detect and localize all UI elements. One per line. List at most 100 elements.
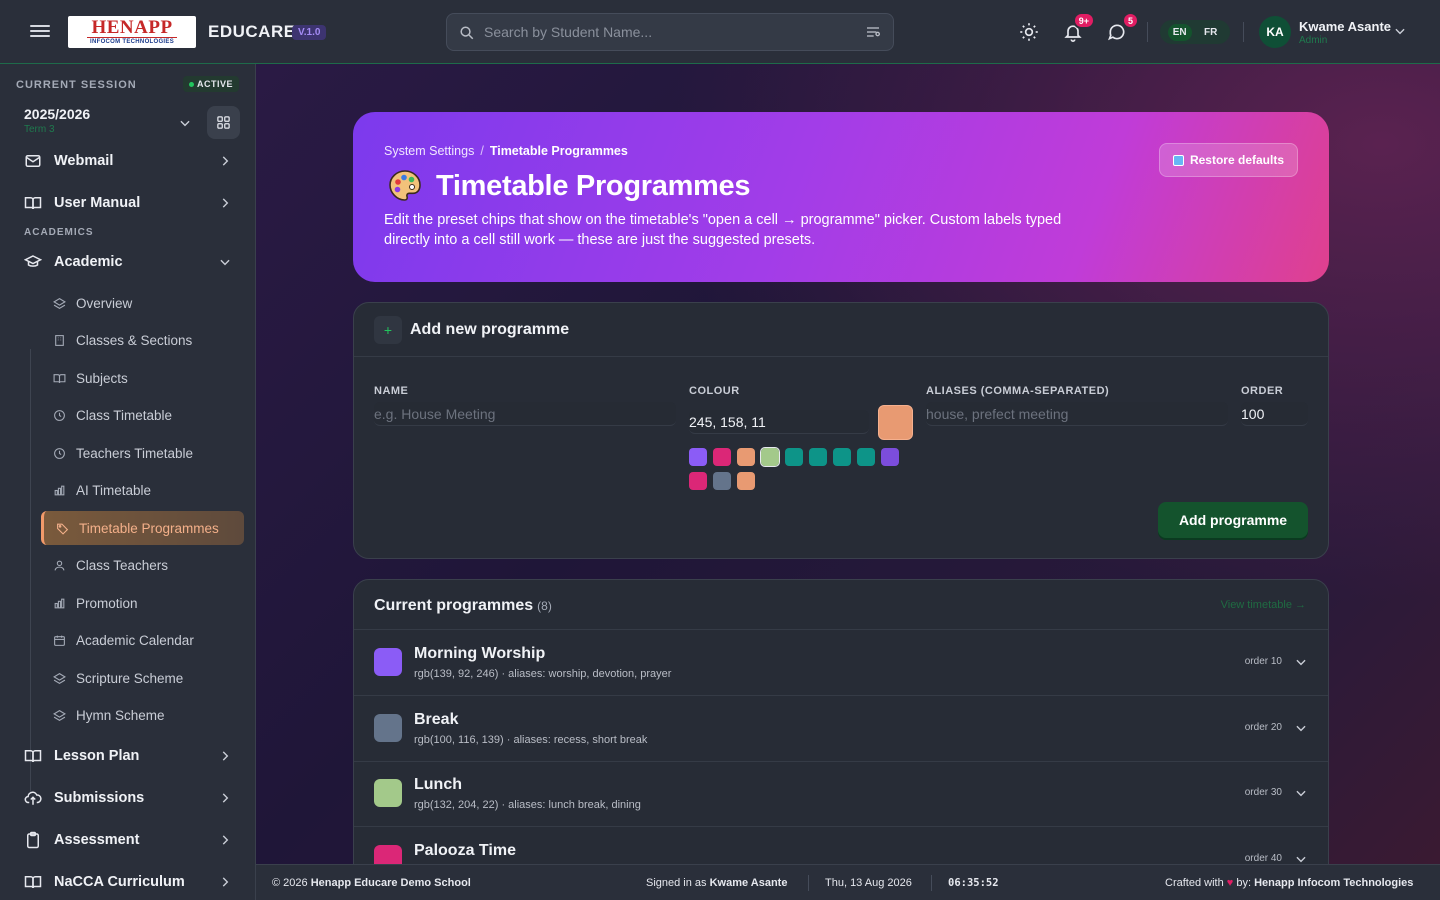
programme-row[interactable]: Morning Worship rgb(139, 92, 246) · alias…: [354, 630, 1328, 696]
tag-icon: [57, 523, 69, 535]
programme-order: order 10: [1244, 656, 1282, 667]
session-selector[interactable]: 2025/2026: [24, 106, 90, 122]
colour-swatch[interactable]: [760, 447, 780, 467]
sidebar: CURRENT SESSION ACTIVE 2025/2026 Term 3 …: [0, 64, 256, 900]
programme-meta: rgb(139, 92, 246) · aliases: worship, de…: [414, 668, 672, 680]
building-icon: [55, 334, 64, 346]
order-label: ORDER: [1241, 385, 1284, 397]
aliases-input[interactable]: [926, 402, 1228, 426]
messages-button[interactable]: 5: [1105, 12, 1139, 44]
sidebar-item-teachers-timetable[interactable]: Teachers Timetable: [41, 436, 244, 470]
sidebar-item-academic-calendar[interactable]: Academic Calendar: [41, 623, 244, 657]
sidebar-item-ai-timetable[interactable]: AI Timetable: [41, 473, 244, 507]
sidebar-item-scripture-scheme[interactable]: Scripture Scheme: [41, 661, 244, 695]
divider: [808, 875, 809, 891]
colour-swatch[interactable]: [857, 448, 875, 466]
session-term: Term 3: [24, 124, 55, 135]
programme-colour-swatch: [374, 648, 402, 676]
colour-swatch[interactable]: [713, 448, 731, 466]
footer-date: Thu, 13 Aug 2026: [825, 877, 912, 889]
sidebar-item-hymn-scheme[interactable]: Hymn Scheme: [41, 698, 244, 732]
layers-icon: [53, 297, 66, 309]
theme-toggle-button[interactable]: [1017, 20, 1041, 44]
colour-input[interactable]: [689, 410, 869, 434]
book-icon: [24, 876, 42, 889]
colour-swatch[interactable]: [881, 448, 899, 466]
colour-swatch[interactable]: [737, 472, 755, 490]
book-icon: [24, 750, 42, 763]
clock-icon: [54, 447, 65, 459]
chart-icon: [54, 598, 65, 608]
card-title: Add new programme: [410, 321, 570, 338]
calendar-icon: [54, 635, 65, 646]
sidebar-item-promotion[interactable]: Promotion: [41, 586, 244, 620]
top-bar: HENAPP INFOCOM TECHNOLOGIES EDUCARE V.1.…: [0, 0, 1440, 64]
sidebar-item-submissions[interactable]: Submissions: [24, 786, 234, 810]
sidebar-item-academic[interactable]: Academic: [24, 250, 234, 274]
sidebar-item-overview[interactable]: Overview: [41, 286, 244, 320]
upload-cloud-icon: [24, 791, 42, 805]
chevron-down-icon[interactable]: [1393, 24, 1407, 38]
user-name[interactable]: Kwame Asante: [1299, 19, 1391, 34]
avatar[interactable]: KA: [1259, 16, 1291, 48]
sidebar-item-webmail[interactable]: Webmail: [24, 149, 234, 173]
colour-swatch[interactable]: [833, 448, 851, 466]
search-bar: [446, 13, 894, 51]
aliases-label: ALIASES (COMMA-SEPARATED): [926, 385, 1110, 397]
chevron-down-icon[interactable]: [1294, 655, 1308, 669]
programme-row[interactable]: Lunch rgb(132, 204, 22) · aliases: lunch …: [354, 761, 1328, 827]
company-logo[interactable]: HENAPP INFOCOM TECHNOLOGIES: [68, 16, 196, 48]
chevron-down-icon[interactable]: [178, 116, 192, 130]
clock-icon: [54, 409, 65, 421]
view-timetable-link[interactable]: View timetable →: [1221, 599, 1306, 611]
colour-swatch[interactable]: [785, 448, 803, 466]
sidebar-item-timetable-programmes[interactable]: Timetable Programmes: [41, 511, 244, 545]
search-input[interactable]: [484, 24, 865, 40]
breadcrumb: System Settings / Timetable Programmes: [384, 144, 628, 158]
divider: [1243, 22, 1244, 42]
chevron-down-icon[interactable]: [1294, 721, 1308, 735]
order-input[interactable]: [1241, 402, 1308, 426]
name-input[interactable]: [374, 402, 676, 426]
colour-swatch[interactable]: [689, 448, 707, 466]
programme-name: Morning Worship: [414, 645, 546, 662]
sidebar-item-assessment[interactable]: Assessment: [24, 828, 234, 852]
sidebar-item-user-manual[interactable]: User Manual: [24, 191, 234, 215]
colour-preview-swatch[interactable]: [878, 405, 913, 440]
colour-swatch[interactable]: [689, 472, 707, 490]
lang-en-button[interactable]: EN: [1167, 23, 1192, 41]
sidebar-item-class-timetable[interactable]: Class Timetable: [41, 398, 244, 432]
name-label: NAME: [374, 385, 409, 397]
chevron-down-icon[interactable]: [1294, 852, 1308, 865]
status-badge: ACTIVE: [183, 76, 240, 92]
chevron-down-icon[interactable]: [1294, 786, 1308, 800]
programme-row[interactable]: Break rgb(100, 116, 139) · aliases: reces…: [354, 696, 1328, 762]
sidebar-item-class-teachers[interactable]: Class Teachers: [41, 548, 244, 582]
page-description: Edit the preset chips that show on the t…: [384, 212, 1062, 248]
sidebar-item-subjects[interactable]: Subjects: [41, 361, 244, 395]
programme-meta: rgb(100, 116, 139) · aliases: recess, sh…: [414, 733, 648, 746]
card-header: + Add new programme: [354, 303, 1328, 357]
restore-defaults-button[interactable]: Restore defaults: [1158, 143, 1298, 177]
user-role: Admin: [1299, 35, 1328, 46]
colour-swatch[interactable]: [713, 472, 731, 490]
notifications-button[interactable]: 9+: [1061, 12, 1095, 44]
menu-icon[interactable]: [30, 22, 50, 42]
add-programme-card: + Add new programme NAME COLOUR ALIASES …: [353, 302, 1329, 559]
add-programme-button[interactable]: Add programme: [1158, 502, 1308, 538]
breadcrumb-parent[interactable]: System Settings: [384, 144, 474, 158]
programme-colour-swatch: [374, 779, 402, 807]
divider: [931, 875, 932, 891]
apps-grid-button[interactable]: [207, 106, 240, 139]
colour-swatch[interactable]: [737, 448, 755, 466]
programme-row[interactable]: Palooza Time order 40: [354, 827, 1328, 865]
chevron-right-icon: [222, 198, 229, 208]
sidebar-item-lesson-plan[interactable]: Lesson Plan: [24, 744, 234, 768]
sidebar-item-nacca-curriculum[interactable]: NaCCA Curriculum: [24, 870, 234, 894]
sidebar-item-classes-sections[interactable]: Classes & Sections: [41, 323, 244, 357]
filter-icon[interactable]: [865, 24, 881, 40]
colour-swatch[interactable]: [809, 448, 827, 466]
lang-fr-button[interactable]: FR: [1199, 24, 1222, 41]
footer-copyright: © 2026 Henapp Educare Demo School: [272, 877, 471, 889]
chevron-right-icon: [222, 877, 229, 887]
